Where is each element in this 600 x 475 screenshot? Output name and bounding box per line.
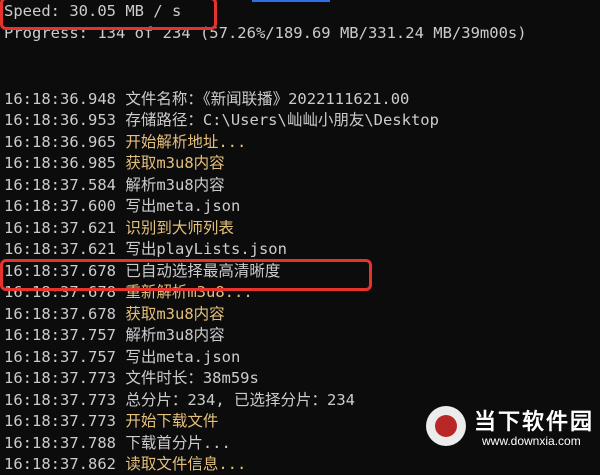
log-time: 16:18:37.678 xyxy=(4,305,116,323)
log-message: 总分片：234, 已选择分片：234 xyxy=(125,391,355,409)
log-message: 写出meta.json xyxy=(125,348,241,366)
log-message: 识别到大师列表 xyxy=(125,219,234,237)
log-time: 16:18:37.773 xyxy=(4,369,116,387)
log-time: 16:18:37.584 xyxy=(4,176,116,194)
log-message: 文件名称：《新闻联播》2022111621.00 xyxy=(125,90,410,108)
log-line: 16:18:37.788 下载首分片... xyxy=(4,433,231,454)
log-time: 16:18:37.757 xyxy=(4,348,116,366)
log-time: 16:18:36.965 xyxy=(4,133,116,151)
log-message: 写出meta.json xyxy=(125,197,241,215)
log-line: 16:18:37.757 写出meta.json xyxy=(4,347,240,368)
log-line: 16:18:37.862 读取文件信息... xyxy=(4,454,246,475)
log-message: 解析m3u8内容 xyxy=(125,176,225,194)
log-time: 16:18:37.757 xyxy=(4,326,116,344)
log-line: 16:18:36.948 文件名称：《新闻联播》2022111621.00 xyxy=(4,89,409,110)
log-message: 获取m3u8内容 xyxy=(125,154,225,172)
log-time: 16:18:37.862 xyxy=(4,455,116,473)
watermark-title: 当下软件园 xyxy=(474,410,595,435)
log-time: 16:18:36.948 xyxy=(4,90,116,108)
log-line: 16:18:37.621 写出playLists.json xyxy=(4,239,287,260)
log-line: 16:18:37.621 识别到大师列表 xyxy=(4,218,234,239)
log-time: 16:18:37.621 xyxy=(4,219,116,237)
watermark: 当下软件园 www.downxia.com xyxy=(426,400,596,456)
log-line: 16:18:37.584 解析m3u8内容 xyxy=(4,175,225,196)
log-message: 写出playLists.json xyxy=(125,240,287,258)
log-line: 16:18:37.757 解析m3u8内容 xyxy=(4,325,225,346)
log-line: 16:18:36.953 存储路径：C:\Users\屾屾小朋友\Desktop xyxy=(4,110,439,131)
window-accent-bar xyxy=(252,0,330,2)
log-line: 16:18:36.965 开始解析地址... xyxy=(4,132,246,153)
log-line: 16:18:37.600 写出meta.json xyxy=(4,196,240,217)
log-time: 16:18:37.773 xyxy=(4,412,116,430)
log-line: 16:18:36.985 获取m3u8内容 xyxy=(4,153,225,174)
log-message: 下载首分片... xyxy=(125,434,231,452)
log-time: 16:18:36.985 xyxy=(4,154,116,172)
log-line: 16:18:37.773 总分片：234, 已选择分片：234 xyxy=(4,390,355,411)
log-time: 16:18:37.600 xyxy=(4,197,116,215)
log-message: 开始下载文件 xyxy=(125,412,219,430)
speed-highlight-box xyxy=(0,0,217,30)
log-message: 解析m3u8内容 xyxy=(125,326,225,344)
log-line: 16:18:37.678 获取m3u8内容 xyxy=(4,304,225,325)
log-time: 16:18:37.788 xyxy=(4,434,116,452)
log-time: 16:18:37.773 xyxy=(4,391,116,409)
log-line: 16:18:37.773 开始下载文件 xyxy=(4,411,218,432)
selection-highlight-box xyxy=(0,259,372,291)
log-message: 文件时长：38m59s xyxy=(125,369,259,387)
log-message: 开始解析地址... xyxy=(125,133,247,151)
log-line: 16:18:37.773 文件时长：38m59s xyxy=(4,368,259,389)
watermark-logo-icon xyxy=(426,406,466,446)
log-message: 存储路径：C:\Users\屾屾小朋友\Desktop xyxy=(125,111,439,129)
log-message: 获取m3u8内容 xyxy=(125,305,225,323)
log-message: 读取文件信息... xyxy=(125,455,247,473)
watermark-url: www.downxia.com xyxy=(482,434,581,448)
log-time: 16:18:36.953 xyxy=(4,111,116,129)
log-time: 16:18:37.621 xyxy=(4,240,116,258)
